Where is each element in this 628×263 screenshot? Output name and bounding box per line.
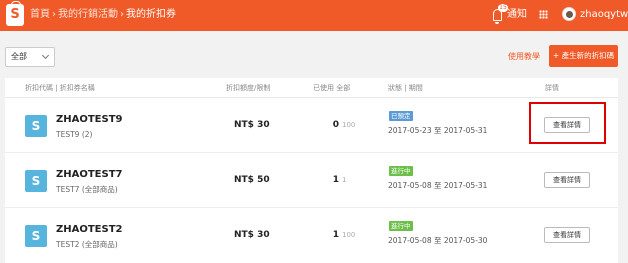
header-status-period: 狀態 | 期間 [388, 84, 423, 92]
breadcrumb-separator-icon: › [52, 9, 56, 20]
status-badge: 已預定 [389, 111, 413, 121]
create-voucher-button[interactable]: + 產生新的折扣碼 [549, 45, 618, 67]
shopee-logo-icon[interactable]: S [6, 1, 24, 26]
discount-amount: NT$ 30 [234, 120, 270, 130]
voucher-icon: S [25, 115, 47, 137]
table-header: 折扣代碼 | 折扣券名稱 折扣額度/限制 已使用 全部 狀態 | 期間 詳情 [5, 78, 618, 98]
breadcrumb-home[interactable]: 首頁 [30, 9, 50, 20]
voucher-code: ZHAOTEST2 [56, 224, 123, 235]
filter-value: 全部 [11, 52, 27, 61]
status-badge: 進行中 [389, 221, 413, 231]
breadcrumb-separator-icon: › [120, 9, 124, 20]
used-count: 0 [332, 120, 339, 130]
discount-amount: NT$ 30 [234, 230, 270, 240]
top-navigation-bar: S 首頁 › 我的行銷活動 › 我的折扣券 15 通知 zhaoqytw [0, 0, 628, 31]
table-row: S ZHAOTEST7 TEST7 (全部商品) NT$ 50 1 1 進行中 … [5, 153, 618, 208]
used-count: 1 [332, 230, 339, 240]
highlight-annotation-box [529, 102, 606, 144]
notifications-link[interactable]: 通知 [507, 8, 527, 22]
voucher-table: 折扣代碼 | 折扣券名稱 折扣額度/限制 已使用 全部 狀態 | 期間 詳情 S… [5, 78, 618, 263]
header-discount: 折扣額度/限制 [226, 84, 271, 92]
total-count: 100 [342, 121, 356, 129]
discount-amount: NT$ 50 [234, 175, 270, 185]
voucher-name: TEST7 (全部商品) [56, 185, 118, 194]
logo-letter: S [10, 7, 20, 22]
voucher-icon: S [25, 225, 47, 247]
voucher-code: ZHAOTEST9 [56, 114, 123, 125]
breadcrumb: 首頁 › 我的行銷活動 › 我的折扣券 [30, 8, 176, 22]
voucher-code: ZHAOTEST7 [56, 169, 123, 180]
table-row: S ZHAOTEST9 TEST9 (2) NT$ 30 0 100 已預定 2… [5, 98, 618, 153]
voucher-period: 2017-05-23 至 2017-05-31 [388, 126, 488, 135]
header-usage: 已使用 全部 [313, 84, 351, 92]
total-count: 1 [342, 176, 347, 184]
table-row: S ZHAOTEST2 TEST2 (全部商品) NT$ 30 1 100 進行… [5, 208, 618, 263]
username-link[interactable]: zhaoqytw [580, 8, 628, 22]
view-details-button[interactable]: 查看詳情 [544, 172, 590, 188]
voucher-period: 2017-05-08 至 2017-05-30 [388, 236, 488, 245]
total-count: 100 [342, 231, 356, 239]
status-filter-select[interactable]: 全部 [5, 47, 55, 67]
chevron-down-icon [41, 51, 50, 60]
view-details-button[interactable]: 查看詳情 [544, 227, 590, 243]
header-detail: 詳情 [545, 84, 559, 92]
status-badge: 進行中 [389, 166, 413, 176]
header-code-name: 折扣代碼 | 折扣券名稱 [25, 84, 95, 92]
avatar[interactable] [562, 7, 576, 21]
help-tutorial-link[interactable]: 使用教學 [508, 51, 540, 63]
breadcrumb-marketing[interactable]: 我的行銷活動 [58, 9, 118, 20]
voucher-name: TEST9 (2) [56, 130, 93, 139]
apps-grid-icon[interactable] [539, 10, 548, 19]
voucher-period: 2017-05-08 至 2017-05-31 [388, 181, 488, 190]
used-count: 1 [332, 175, 339, 185]
voucher-name: TEST2 (全部商品) [56, 240, 118, 249]
breadcrumb-current: 我的折扣券 [126, 9, 176, 20]
voucher-icon: S [25, 170, 47, 192]
